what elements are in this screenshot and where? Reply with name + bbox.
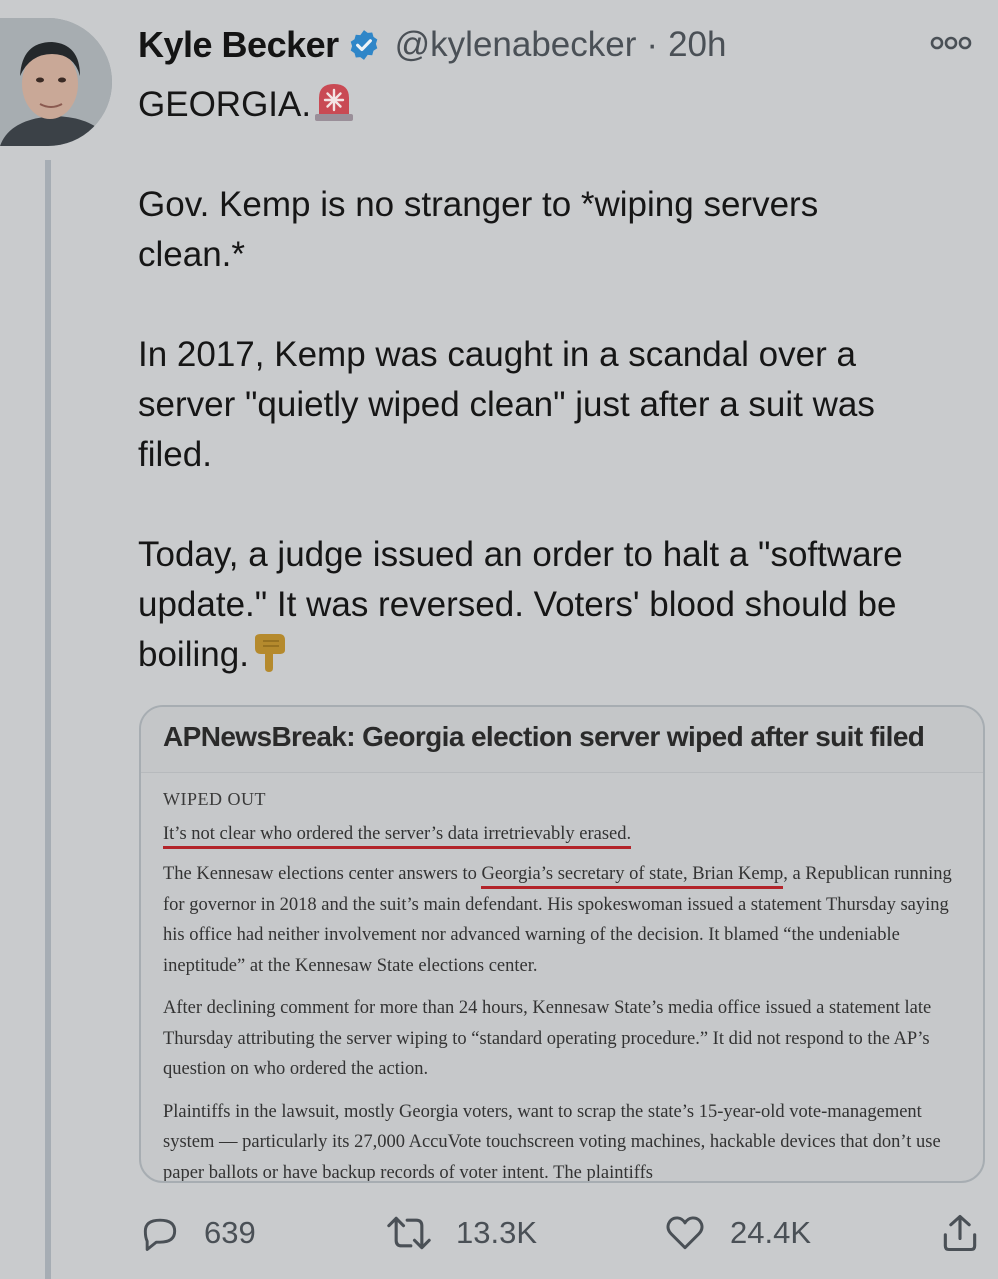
author-name[interactable]: Kyle Becker: [138, 24, 339, 66]
author-handle[interactable]: @kylenabecker: [395, 25, 637, 65]
tweet-line: boiling.: [138, 630, 988, 680]
retweet-count: 13.3K: [456, 1215, 538, 1250]
tweet-line: GEORGIA.: [138, 80, 988, 130]
avatar[interactable]: [0, 18, 112, 146]
article-paragraph: The Kennesaw elections center answers to…: [163, 859, 961, 981]
underlined-text: Georgia’s secretary of state, Brian Kemp: [481, 864, 784, 889]
share-icon: [943, 1214, 977, 1252]
tweet-text: GEORGIA. Gov. Kemp is no stranger to *wi…: [138, 80, 988, 680]
rotating-light-emoji: [315, 84, 354, 121]
tweet-line: clean.*: [138, 235, 246, 274]
more-options-icon[interactable]: [928, 28, 974, 58]
subhead-underlined-text: It’s not clear who ordered the server’s …: [163, 824, 632, 849]
tweet-line: Today, a judge issued an order to halt a…: [138, 535, 903, 574]
reply-icon: [143, 1218, 177, 1251]
article-headline: APNewsBreak: Georgia election server wip…: [141, 707, 983, 773]
article-paragraph: After declining comment for more than 24…: [163, 998, 932, 1079]
article-paragraph: Plaintiffs in the lawsuit, mostly Georgi…: [163, 1101, 941, 1183]
tweet-line: update." It was reversed. Voters' blood …: [138, 585, 897, 624]
like-count: 24.4K: [730, 1215, 812, 1250]
tweet-line-text: boiling.: [138, 635, 249, 674]
tweet-header: Kyle Becker @kylenabecker · 20h: [138, 22, 974, 68]
tweet-timestamp[interactable]: 20h: [668, 25, 726, 65]
retweet-button[interactable]: 13.3K: [384, 1205, 537, 1261]
tweet-line: In 2017, Kemp was caught in a scandal ov…: [138, 335, 856, 374]
backhand-index-pointing-down-emoji: [254, 634, 285, 672]
separator-dot: ·: [646, 25, 659, 64]
article-kicker: WIPED OUT: [163, 789, 266, 809]
tweet-actions: 639 13.3K 24.4K: [138, 1205, 988, 1261]
retweet-icon: [387, 1216, 431, 1250]
reply-count: 639: [204, 1215, 256, 1250]
verified-badge-icon: [350, 30, 377, 60]
tweet-line: server "quietly wiped clean" just after …: [138, 385, 875, 424]
like-button[interactable]: 24.4K: [662, 1205, 811, 1261]
article-body: WIPED OUT It’s not clear who ordered the…: [141, 773, 983, 1183]
heart-icon: [666, 1216, 704, 1250]
article-subhead: It’s not clear who ordered the server’s …: [163, 824, 961, 849]
share-button[interactable]: [938, 1205, 998, 1261]
paragraph-text: The Kennesaw elections center answers to: [163, 864, 482, 884]
thread-line: [45, 160, 51, 1279]
tweet-line: Gov. Kemp is no stranger to *wiping serv…: [138, 185, 819, 224]
article-image-card[interactable]: APNewsBreak: Georgia election server wip…: [139, 705, 985, 1183]
reply-button[interactable]: 639: [138, 1205, 256, 1261]
tweet-line: filed.: [138, 435, 212, 474]
tweet-line-text: GEORGIA.: [138, 85, 312, 124]
